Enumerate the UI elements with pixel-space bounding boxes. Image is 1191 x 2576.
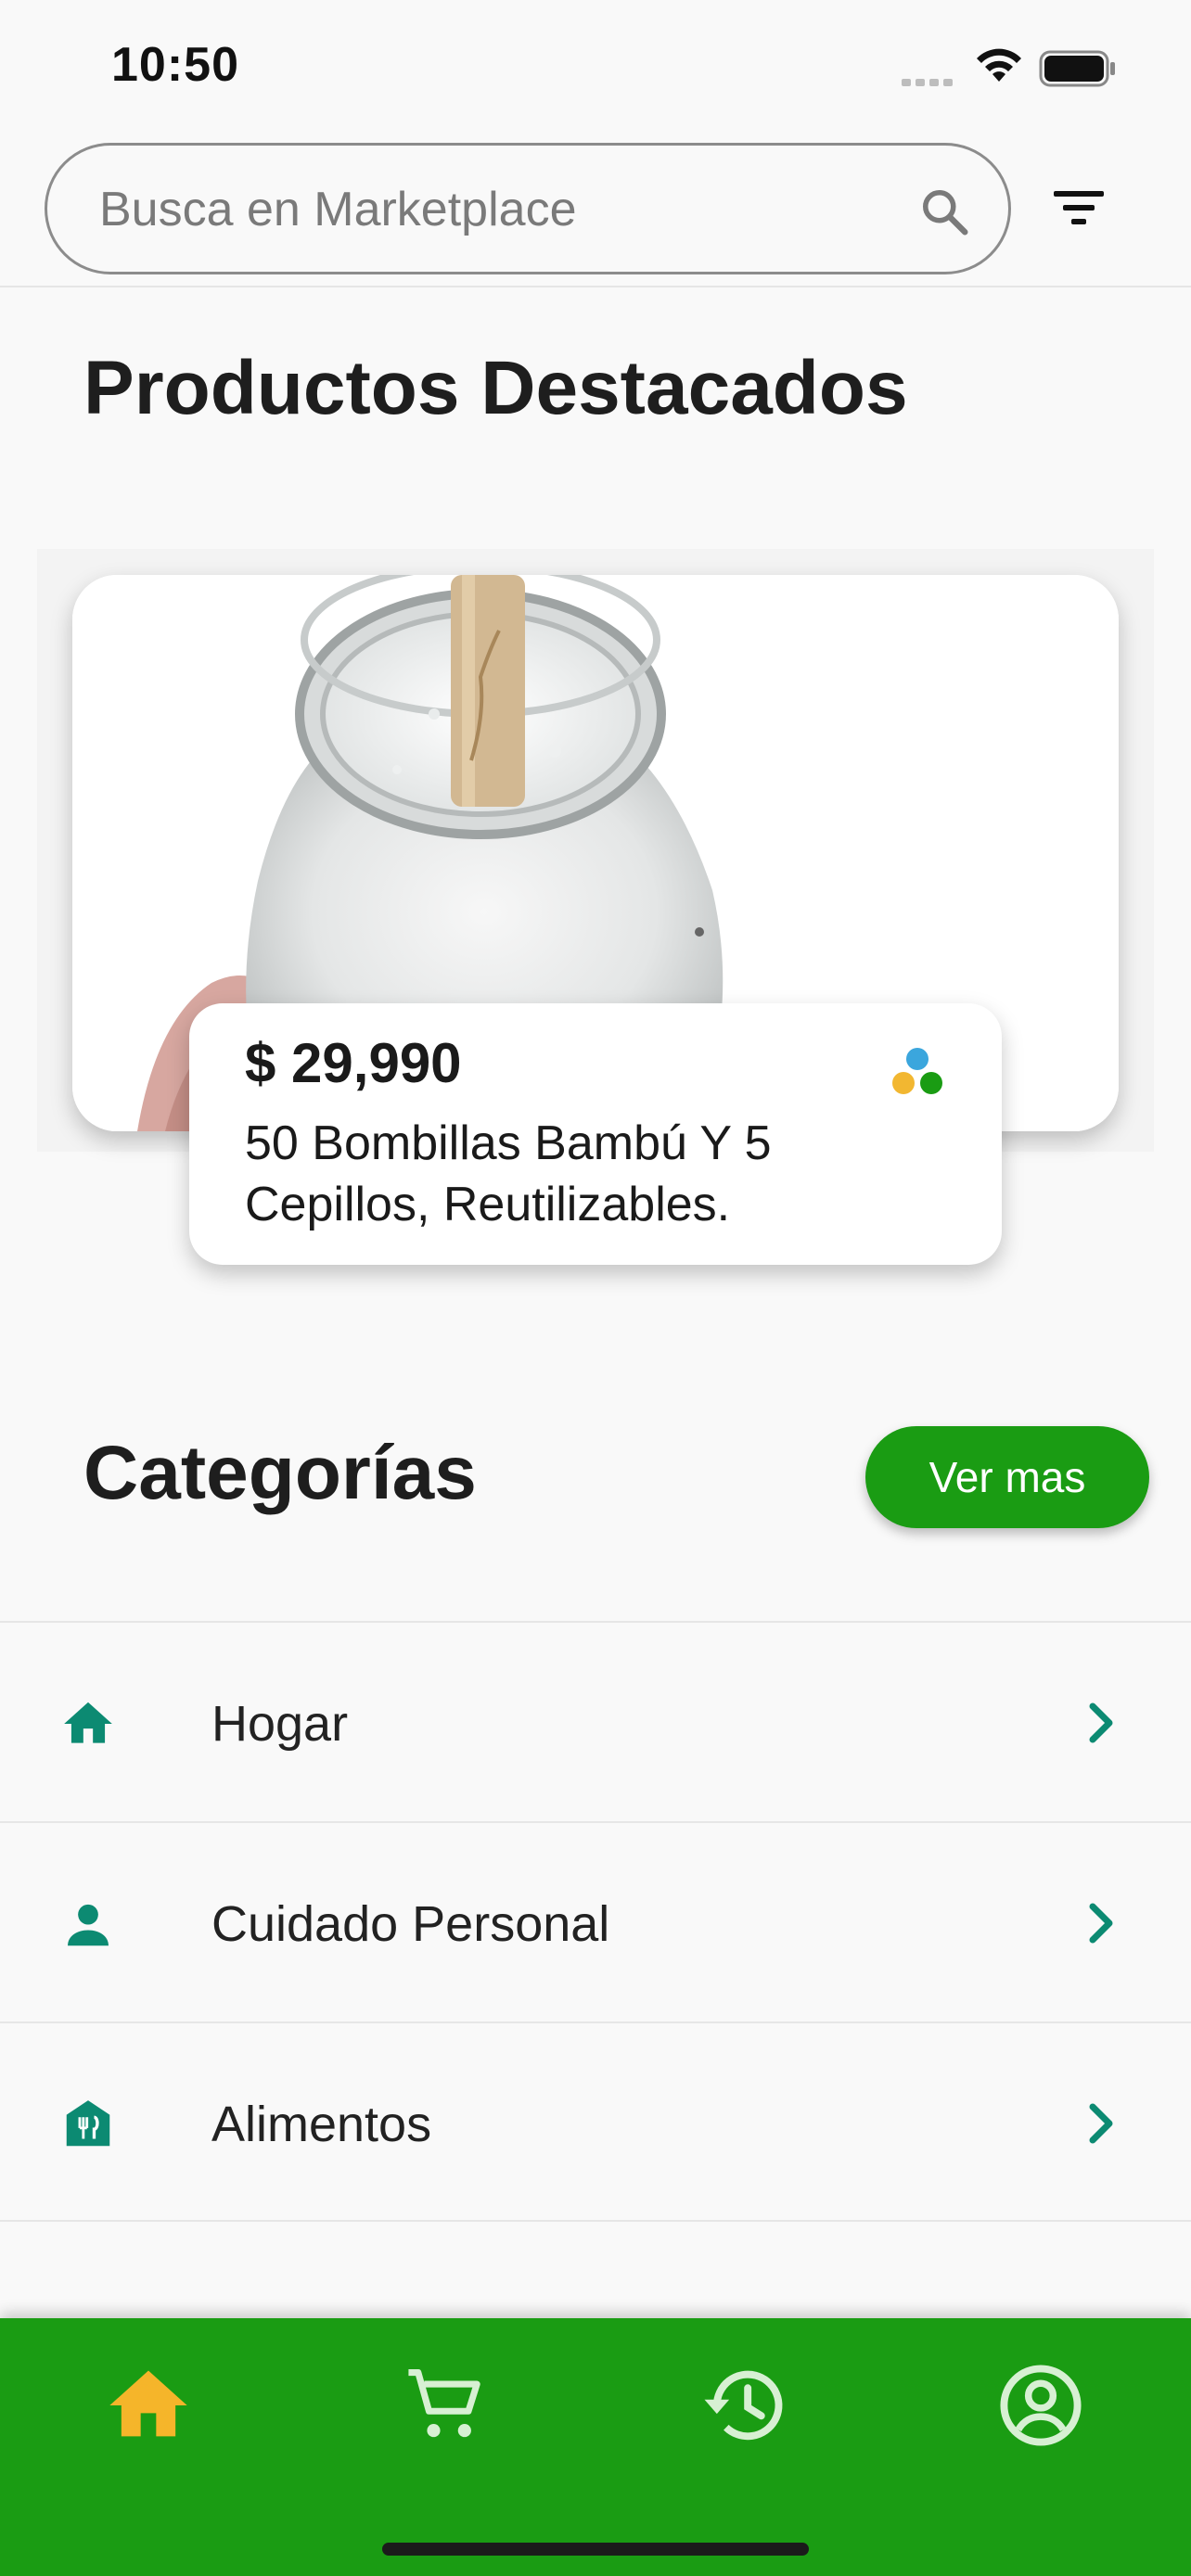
nav-account-icon[interactable] (994, 2359, 1087, 2452)
category-item-alimentos[interactable]: Alimentos (0, 2021, 1191, 2222)
nav-cart-icon[interactable] (399, 2359, 492, 2452)
featured-title: Productos Destacados (83, 346, 908, 430)
nav-home-icon[interactable] (102, 2359, 195, 2452)
chevron-right-icon (1089, 2103, 1113, 2144)
person-icon (68, 1904, 109, 1946)
category-label: Cuidado Personal (211, 1896, 610, 1952)
filter-icon[interactable] (1048, 180, 1109, 236)
battery-icon (1039, 50, 1115, 87)
categories-title: Categorías (83, 1431, 477, 1515)
chevron-right-icon (1089, 1702, 1113, 1743)
ver-mas-button[interactable]: Ver mas (865, 1426, 1149, 1528)
status-bar: 10:50 (0, 0, 1191, 130)
category-list: Hogar Cuidado Personal Alimentos (0, 1621, 1191, 2222)
brand-logo-icon (892, 1048, 942, 1094)
search-bar[interactable] (45, 143, 1011, 274)
screen: 10:50 Productos Destacados (0, 0, 1191, 2576)
status-time: 10:50 (111, 38, 239, 92)
product-info-card[interactable]: $ 29,990 50 Bombillas Bambú Y 5 Cepillos… (189, 1003, 1002, 1265)
search-icon[interactable] (917, 185, 973, 240)
home-indicator (382, 2543, 809, 2556)
category-label: Hogar (211, 1696, 349, 1752)
nav-history-icon[interactable] (698, 2359, 790, 2452)
header (0, 130, 1191, 287)
category-item-cuidado-personal[interactable]: Cuidado Personal (0, 1821, 1191, 2021)
product-name: 50 Bombillas Bambú Y 5 Cepillos, Reutili… (245, 1116, 772, 1231)
category-label: Alimentos (211, 2097, 432, 2152)
product-price: $ 29,990 (245, 1032, 462, 1094)
home-icon (64, 1702, 112, 1743)
chevron-right-icon (1089, 1903, 1113, 1944)
bottom-nav (0, 2318, 1191, 2576)
signal-icon (902, 74, 957, 86)
restaurant-icon (66, 2100, 110, 2147)
wifi-icon (977, 48, 1021, 82)
category-item-hogar[interactable]: Hogar (0, 1621, 1191, 1821)
search-input[interactable] (99, 177, 897, 242)
